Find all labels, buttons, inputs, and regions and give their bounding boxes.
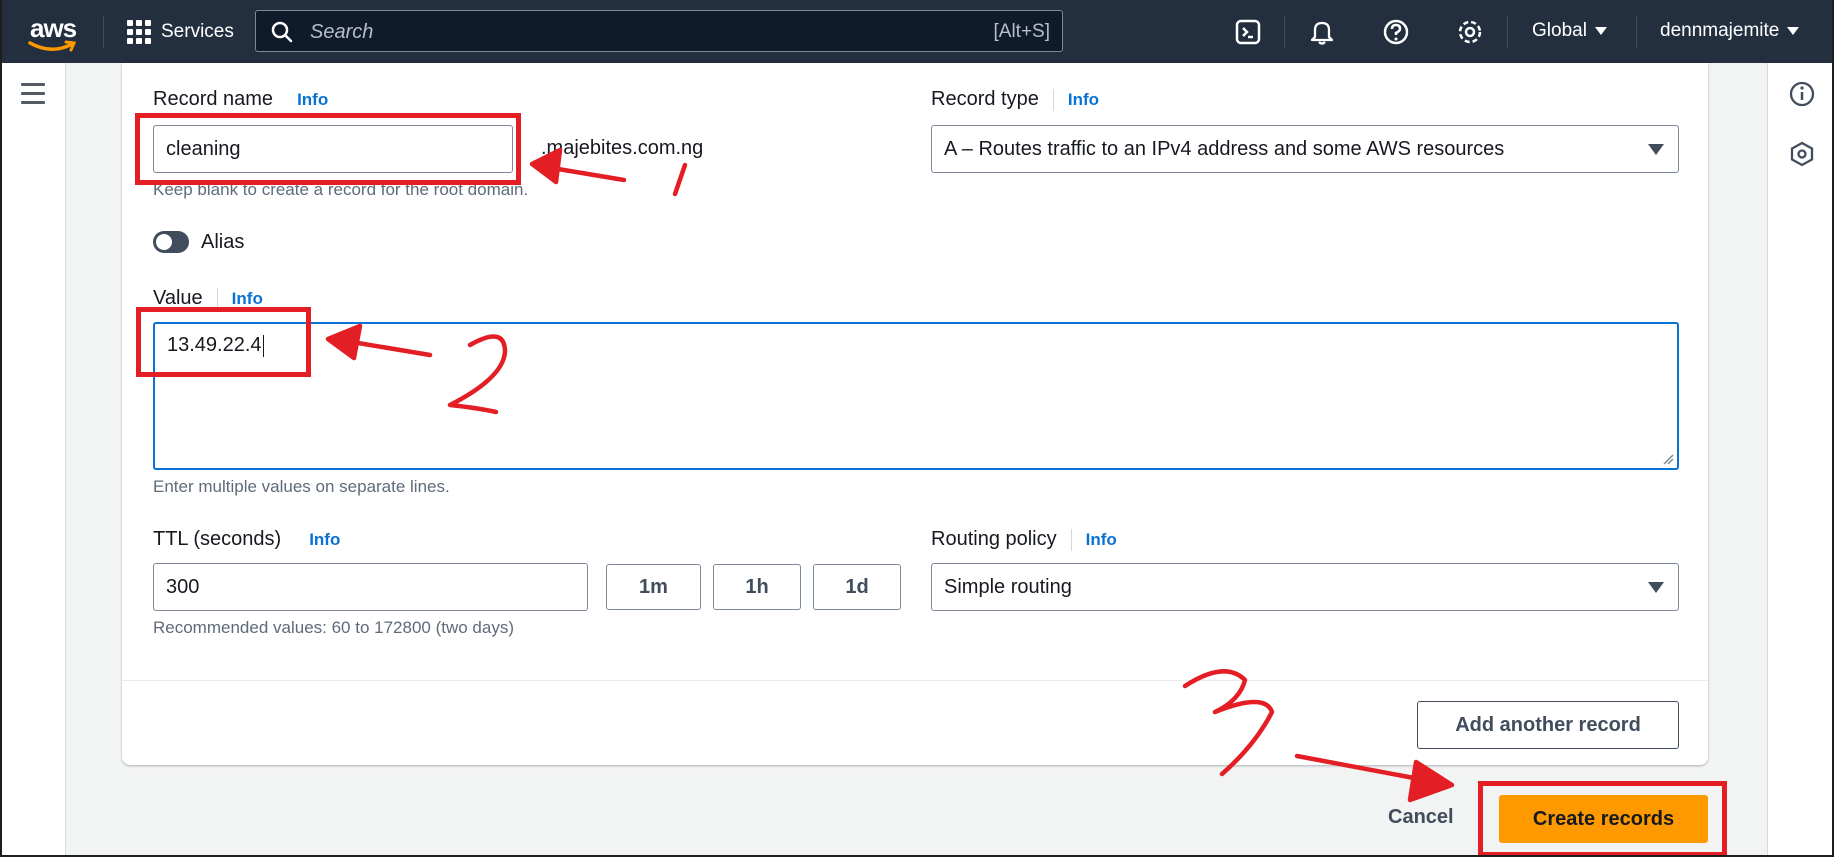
record-form-panel: Record name Info cleaning .majebites.com… xyxy=(122,63,1708,765)
search-input[interactable] xyxy=(308,17,952,47)
ttl-info-link[interactable]: Info xyxy=(295,529,340,551)
right-side-rail xyxy=(1767,63,1834,857)
value-info-link[interactable]: Info xyxy=(216,287,263,310)
gear-icon[interactable] xyxy=(1455,17,1485,47)
caret-down-icon xyxy=(1594,27,1607,35)
ttl-hint: Recommended values: 60 to 172800 (two da… xyxy=(153,618,514,637)
ttl-1d-button[interactable]: 1d xyxy=(813,564,901,610)
routing-policy-label-row: Routing policy Info xyxy=(931,528,1117,551)
record-type-label: Record type xyxy=(931,88,1039,110)
feedback-hexagon-icon[interactable] xyxy=(1788,140,1816,168)
create-records-button[interactable]: Create records xyxy=(1499,795,1708,843)
record-name-label: Record name xyxy=(153,88,274,110)
search-shortcut-hint: [Alt+S] xyxy=(993,21,1051,42)
record-type-info-link[interactable]: Info xyxy=(1052,88,1099,111)
value-hint: Enter multiple values on separate lines. xyxy=(153,477,450,496)
menu-icon[interactable] xyxy=(21,83,45,104)
alias-toggle[interactable] xyxy=(153,231,189,253)
help-icon[interactable] xyxy=(1381,17,1411,47)
record-name-label-row: Record name Info xyxy=(153,88,328,111)
cancel-button[interactable]: Cancel xyxy=(1388,806,1454,829)
caret-down-icon xyxy=(1648,582,1664,593)
value-label: Value xyxy=(153,287,203,309)
grid-icon xyxy=(127,20,151,44)
nav-divider xyxy=(103,16,104,48)
ttl-input[interactable]: 300 xyxy=(153,563,588,611)
domain-suffix: .majebites.com.ng xyxy=(541,137,704,159)
caret-down-icon xyxy=(1787,27,1800,35)
aws-logo[interactable]: aws xyxy=(28,13,80,53)
ttl-label: TTL (seconds) xyxy=(153,528,282,550)
ttl-label-row: TTL (seconds) Info xyxy=(153,528,340,551)
routing-policy-label: Routing policy xyxy=(931,528,1057,550)
services-label: Services xyxy=(161,21,234,42)
bell-icon[interactable] xyxy=(1307,17,1337,47)
ttl-1m-button[interactable]: 1m xyxy=(606,564,701,610)
routing-policy-select[interactable]: Simple routing xyxy=(931,563,1679,611)
alias-label: Alias xyxy=(201,231,245,253)
search-icon xyxy=(271,21,293,43)
account-name: dennmajemite xyxy=(1660,20,1780,41)
record-type-label-row: Record type Info xyxy=(931,88,1099,111)
region-label: Global xyxy=(1532,20,1587,41)
record-name-info-link[interactable]: Info xyxy=(297,89,328,111)
left-side-rail xyxy=(0,63,66,857)
info-panel-icon[interactable] xyxy=(1788,80,1816,108)
search-bar[interactable]: [Alt+S] xyxy=(255,10,1063,52)
region-selector[interactable]: Global xyxy=(1532,20,1607,42)
services-menu-button[interactable]: Services xyxy=(127,18,234,46)
cloudshell-icon[interactable] xyxy=(1233,17,1263,47)
record-name-input[interactable]: cleaning xyxy=(153,125,513,173)
record-type-value: A – Routes traffic to an IPv4 address an… xyxy=(944,137,1505,160)
nav-divider xyxy=(1636,16,1637,48)
add-another-record-button[interactable]: Add another record xyxy=(1417,701,1679,749)
nav-divider xyxy=(1284,16,1285,48)
resize-handle-icon[interactable] xyxy=(1662,453,1674,465)
value-text: 13.49.22.4 xyxy=(167,334,262,356)
ttl-1h-button[interactable]: 1h xyxy=(713,564,801,610)
record-type-select[interactable]: A – Routes traffic to an IPv4 address an… xyxy=(931,125,1679,173)
value-label-row: Value Info xyxy=(153,287,263,310)
caret-down-icon xyxy=(1648,144,1664,155)
nav-divider xyxy=(1507,16,1508,48)
record-name-hint: Keep blank to create a record for the ro… xyxy=(153,180,529,199)
panel-divider xyxy=(122,680,1708,681)
value-textarea[interactable]: 13.49.22.4 xyxy=(153,322,1679,470)
routing-policy-info-link[interactable]: Info xyxy=(1070,528,1117,551)
top-navigation: aws Services [Alt+S] Global dennmajemite xyxy=(0,0,1834,63)
account-menu[interactable]: dennmajemite xyxy=(1660,20,1800,42)
routing-policy-value: Simple routing xyxy=(944,575,1072,598)
